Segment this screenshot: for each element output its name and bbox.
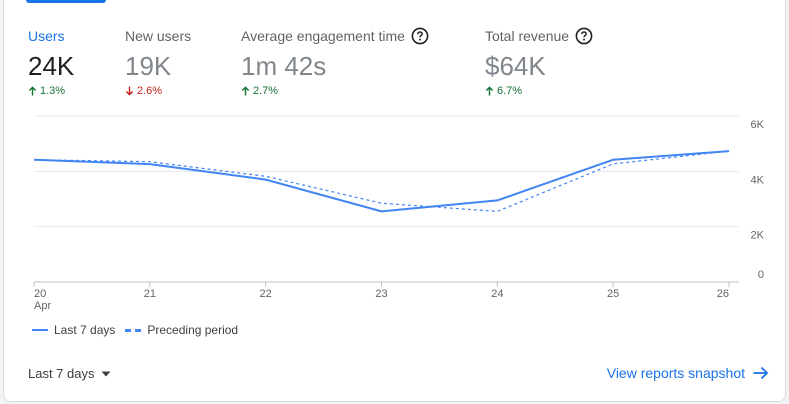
arrow-up-icon (485, 86, 494, 96)
help-circle-icon[interactable] (411, 27, 429, 45)
metric-delta: 2.7% (241, 85, 429, 97)
legend-label: Preceding period (147, 323, 239, 337)
series-line-last-7-days (33, 150, 730, 213)
metric-label: Average engagement time (241, 27, 429, 45)
arrow-up-icon (28, 86, 37, 96)
metric-tab-avg-engagement-time[interactable]: Average engagement time 1m 42s 2.7% (241, 27, 429, 97)
metric-label: Total revenue (485, 27, 593, 45)
metric-delta-text: 2.7% (253, 85, 279, 97)
help-circle-icon[interactable] (575, 27, 593, 45)
metric-delta: 6.7% (485, 85, 593, 97)
metric-delta-text: 2.6% (137, 85, 163, 97)
legend-item-previous[interactable]: Preceding period (125, 323, 238, 337)
x-tick-label: 20 (34, 288, 46, 300)
metric-label: New users (125, 27, 191, 45)
x-tick-label: 25 (607, 288, 619, 300)
metric-value: 1m 42s (241, 51, 327, 81)
legend-swatch-solid (32, 329, 48, 331)
metric-tab-total-revenue[interactable]: Total revenue $64K 6.7% (485, 27, 593, 97)
caret-down-icon (101, 371, 110, 376)
arrow-down-icon (125, 86, 134, 96)
x-tick-label: 21 (144, 288, 156, 300)
x-tick-label: 24 (491, 288, 503, 300)
metric-label: Users (28, 27, 74, 45)
legend-swatch-dashed (125, 328, 142, 332)
series-line-preceding-period (33, 150, 730, 212)
metric-label-text: Total revenue (485, 28, 570, 44)
metric-tab-users[interactable]: Users 24K 1.3% (28, 27, 74, 97)
arrow-up-icon (241, 86, 250, 96)
legend-item-current[interactable]: Last 7 days (32, 323, 115, 337)
metric-value: 19K (125, 51, 172, 81)
metric-delta: 1.3% (28, 85, 74, 97)
arrow-right-icon (753, 366, 769, 380)
metric-delta-text: 6.7% (497, 85, 523, 97)
snapshot-link-text: View reports snapshot (606, 365, 745, 381)
view-reports-snapshot-link[interactable]: View reports snapshot (607, 365, 769, 381)
date-range-dropdown[interactable]: Last 7 days (28, 366, 111, 381)
metric-delta-text: 1.3% (40, 85, 66, 97)
metric-delta: 2.6% (125, 85, 191, 97)
x-tick-sublabel: Apr (34, 300, 51, 312)
y-tick-label: 2K (751, 230, 765, 242)
y-tick-label: 6K (751, 119, 765, 131)
metric-value: $64K (485, 51, 546, 81)
metric-label-text: Users (28, 28, 65, 44)
metric-label-text: Average engagement time (241, 28, 405, 44)
metric-tab-new-users[interactable]: New users 19K 2.6% (125, 27, 191, 97)
active-tab-indicator (26, 0, 106, 3)
date-range-label: Last 7 days (28, 366, 95, 381)
x-tick-label: 22 (260, 288, 272, 300)
x-tick-label: 23 (375, 288, 387, 300)
metric-value: 24K (28, 51, 75, 81)
chart-legend: Last 7 days Preceding period (32, 323, 248, 337)
x-tick-label: 26 (717, 288, 729, 300)
y-tick-label: 4K (751, 174, 765, 186)
y-tick-label: 0 (758, 269, 764, 281)
legend-label: Last 7 days (54, 323, 116, 337)
metric-label-text: New users (125, 28, 192, 44)
overview-card: Users 24K 1.3% New users 19K 2.6% Averag… (3, 0, 786, 402)
